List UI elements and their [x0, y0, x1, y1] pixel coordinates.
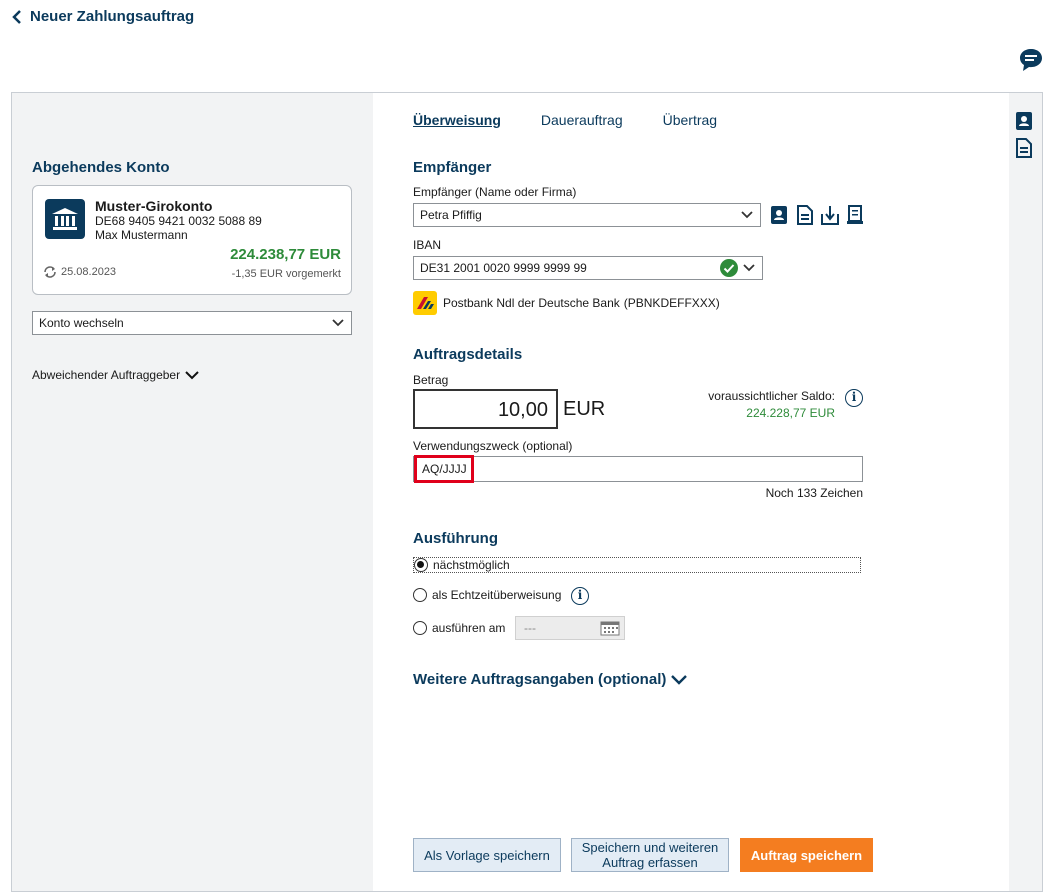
radio-unselected-icon: [413, 621, 427, 635]
recipient-title: Empfänger: [413, 159, 492, 176]
chevron-down-icon: [741, 211, 753, 219]
template-document-icon[interactable]: [796, 205, 814, 225]
radio-next-possible-label: nächstmöglich: [433, 558, 510, 572]
switch-account-label: Konto wechseln: [39, 316, 124, 330]
chevron-down-icon: [332, 319, 344, 327]
more-details-label: Weitere Auftragsangaben (optional): [413, 671, 667, 688]
radio-execute-on-label: ausführen am: [432, 621, 506, 635]
expected-balance-label: voraussichtlicher Saldo:: [708, 389, 835, 403]
outgoing-account-title: Abgehendes Konto: [32, 159, 170, 176]
chevron-down-icon: [743, 264, 755, 272]
top-bar: Neuer Zahlungsauftrag: [0, 0, 1046, 90]
bank-bic: (PBNKDEFFXXX): [623, 296, 720, 310]
account-balance: 224.238,77 EUR: [230, 246, 341, 263]
tab-ueberweisung[interactable]: Überweisung: [413, 112, 501, 128]
right-toolbar: [1009, 93, 1042, 891]
amount-label: Betrag: [413, 373, 449, 387]
import-icon[interactable]: [821, 205, 839, 225]
more-details-toggle[interactable]: Weitere Auftragsangaben (optional): [413, 671, 688, 688]
execution-date-placeholder: ---: [524, 621, 536, 635]
radio-instant-transfer-label: als Echtzeitüberweisung: [432, 588, 562, 602]
payment-type-tabs: Überweisung Dauerauftrag Übertrag: [413, 112, 757, 128]
account-name: Muster-Girokonto: [95, 198, 213, 214]
recipient-name-field[interactable]: Petra Pfiffig: [413, 203, 761, 227]
check-circle-icon: [720, 259, 738, 277]
address-book-icon[interactable]: [1015, 111, 1033, 131]
other-principal-label: Abweichender Auftraggeber: [32, 368, 181, 382]
receipt-icon[interactable]: [846, 205, 864, 225]
info-icon[interactable]: i: [571, 587, 589, 605]
bank-name: Postbank Ndl der Deutsche Bank: [443, 296, 620, 310]
iban-field[interactable]: DE31 2001 0020 9999 9999 99: [413, 256, 763, 280]
expected-balance-value: 224.228,77 EUR: [746, 406, 835, 420]
back-link[interactable]: Neuer Zahlungsauftrag: [12, 8, 194, 25]
radio-selected-icon: [414, 558, 428, 572]
refresh-icon[interactable]: [43, 266, 57, 278]
chevron-down-icon: [185, 371, 199, 380]
save-template-button[interactable]: Als Vorlage speichern: [413, 838, 561, 872]
radio-execute-on[interactable]: ausführen am: [413, 621, 505, 635]
save-order-button[interactable]: Auftrag speichern: [740, 838, 873, 872]
calendar-icon[interactable]: [600, 620, 620, 636]
tab-dauerauftrag[interactable]: Dauerauftrag: [541, 112, 623, 128]
order-details-title: Auftragsdetails: [413, 346, 523, 363]
address-book-icon[interactable]: [770, 205, 788, 225]
chat-icon[interactable]: [1019, 48, 1043, 74]
chevron-down-icon: [671, 675, 688, 685]
recipient-name-label: Empfänger (Name oder Firma): [413, 185, 577, 199]
chevron-left-icon: [12, 9, 21, 24]
account-iban: DE68 9405 9421 0032 5088 89: [95, 214, 262, 228]
account-date-text: 25.08.2023: [61, 266, 117, 278]
info-icon[interactable]: i: [845, 389, 863, 407]
radio-unselected-icon: [413, 588, 427, 602]
radio-next-possible[interactable]: nächstmöglich: [413, 557, 861, 573]
account-card: Muster-Girokonto DE68 9405 9421 0032 508…: [32, 185, 352, 295]
other-principal-toggle[interactable]: Abweichender Auftraggeber: [32, 368, 199, 382]
bank-info: Postbank Ndl der Deutsche Bank (PBNKDEFF…: [413, 291, 720, 315]
document-icon[interactable]: [1015, 138, 1033, 158]
amount-input[interactable]: 10,00: [413, 389, 558, 429]
switch-account-select[interactable]: Konto wechseln: [32, 311, 352, 335]
page-title: Neuer Zahlungsauftrag: [30, 8, 195, 25]
bank-icon: [45, 199, 85, 239]
tab-uebertrag[interactable]: Übertrag: [663, 112, 717, 128]
execution-date-input[interactable]: ---: [515, 616, 625, 640]
postbank-logo-icon: [413, 291, 437, 315]
remaining-characters: Noch 133 Zeichen: [765, 486, 863, 500]
execution-title: Ausführung: [413, 530, 498, 547]
purpose-label: Verwendungszweck (optional): [413, 439, 573, 453]
iban-label: IBAN: [413, 238, 442, 252]
purpose-value: AQ/JJJJ: [414, 455, 474, 483]
recipient-name-value: Petra Pfiffig: [420, 208, 482, 222]
radio-instant-transfer[interactable]: als Echtzeitüberweisung: [413, 588, 561, 602]
amount-currency: EUR: [563, 398, 606, 420]
account-owner: Max Mustermann: [95, 228, 188, 242]
main-panel: Überweisung Dauerauftrag Übertrag Empfän…: [373, 93, 1009, 891]
save-and-new-button[interactable]: Speichern und weiteren Auftrag erfassen: [571, 838, 729, 872]
account-sync-date: 25.08.2023: [43, 266, 116, 278]
purpose-input[interactable]: AQ/JJJJ: [413, 455, 863, 483]
iban-value: DE31 2001 0020 9999 9999 99: [420, 261, 587, 275]
payment-form-frame: Abgehendes Konto Muster-Girokonto DE68 9…: [11, 92, 1043, 892]
account-pending: -1,35 EUR vorgemerkt: [231, 268, 341, 280]
